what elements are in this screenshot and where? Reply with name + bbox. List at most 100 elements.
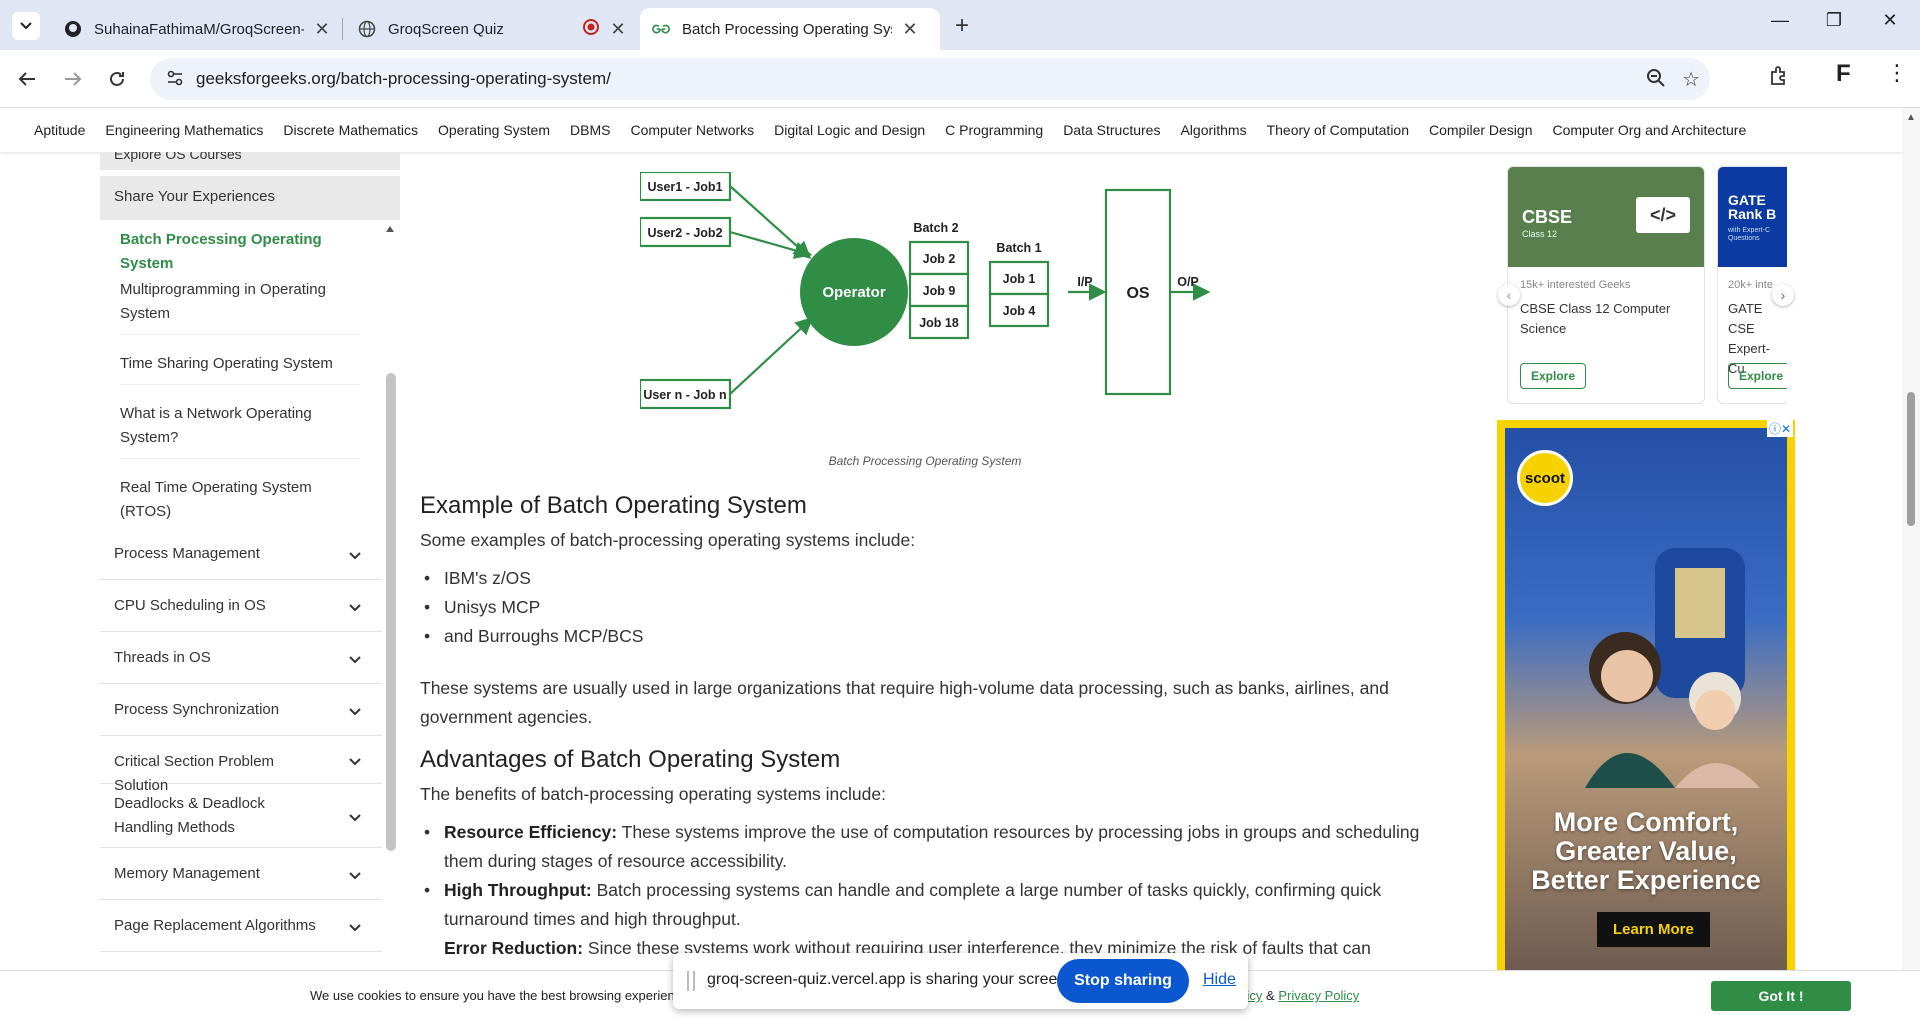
ad-choices-icon[interactable]: ⓘ✕: [1766, 420, 1793, 437]
carousel-next-button[interactable]: ›: [1772, 284, 1794, 306]
url-text: geeksforgeeks.org/batch-processing-opera…: [196, 69, 611, 88]
close-tab-icon[interactable]: ✕: [608, 19, 628, 40]
diagram-os: OS: [1126, 285, 1149, 302]
sidebar-section-label: Deadlocks & Deadlock Handling Methods: [114, 795, 265, 836]
card-banner: CBSE Class 12 </>: [1508, 167, 1704, 267]
sidebar-subitem-time-sharing[interactable]: Time Sharing Operating System: [120, 352, 360, 385]
topnav-link[interactable]: Data Structures: [1063, 122, 1160, 138]
topnav-link[interactable]: Algorithms: [1180, 122, 1246, 138]
bookmark-star-icon[interactable]: ☆: [1682, 67, 1700, 92]
chevron-right-icon: ›: [1780, 287, 1786, 303]
paragraph-usage: These systems are usually used in large …: [420, 678, 1389, 727]
sidebar-subitem-network-os[interactable]: What is a Network Operating System?: [120, 402, 360, 459]
topnav-link[interactable]: Theory of Computation: [1267, 122, 1409, 138]
cookie-message: We use cookies to ensure you have the be…: [310, 988, 689, 1003]
tab-batch-processing[interactable]: Batch Processing Operating Sys ✕: [640, 8, 940, 50]
sidebar-section[interactable]: Threads in OS: [100, 632, 382, 684]
course-card-cbse[interactable]: CBSE Class 12 </> 15k+ interested Geeks …: [1507, 166, 1705, 404]
forward-button[interactable]: [58, 64, 88, 94]
chevron-left-icon: ‹: [1506, 287, 1512, 303]
diagram-op: O/P: [1177, 275, 1199, 289]
explore-button[interactable]: Explore: [1520, 363, 1587, 389]
topnav-link[interactable]: Engineering Mathematics: [105, 122, 263, 138]
scoot-logo: scoot: [1517, 450, 1573, 506]
heading-example: Example of Batch Operating System: [420, 492, 807, 519]
minimize-button[interactable]: —: [1760, 10, 1800, 31]
share-message: groq-screen-quiz.vercel.app is sharing y…: [707, 971, 1071, 988]
got-it-button[interactable]: Got It !: [1711, 981, 1851, 1011]
reload-button[interactable]: [102, 64, 132, 94]
gfg-topic-nav: Aptitude Engineering Mathematics Discrete …: [0, 108, 1920, 152]
sidebar-section-label: Page Replacement Algorithms: [114, 917, 316, 934]
close-tab-icon[interactable]: ✕: [900, 19, 920, 40]
new-tab-button[interactable]: +: [948, 12, 976, 40]
tab-search-button[interactable]: [12, 12, 40, 40]
os-tutorial-sidebar: Explore OS Courses Share Your Experience…: [100, 152, 400, 970]
advertisement[interactable]: scoot More Comfort, Greater Value, Bette…: [1497, 420, 1795, 972]
explore-button[interactable]: Explore: [1728, 363, 1787, 389]
sidebar-section[interactable]: Process Synchronization: [100, 684, 382, 736]
sidebar-section[interactable]: CPU Scheduling in OS: [100, 580, 382, 632]
restore-button[interactable]: ❐: [1814, 10, 1854, 31]
hide-button[interactable]: Hide: [1203, 971, 1236, 989]
diagram-user1: User1 - Job1: [647, 180, 722, 194]
tab-github[interactable]: SuhainaFathimaM/GroqScreen- ✕: [52, 8, 344, 50]
diagram-job18: Job 18: [919, 316, 959, 330]
sidebar-item-cut[interactable]: Explore OS Courses: [100, 152, 400, 170]
sidebar-section-label: Memory Management: [114, 865, 260, 882]
topnav-link[interactable]: Computer Org and Architecture: [1552, 122, 1746, 138]
diagram-operator: Operator: [822, 284, 886, 301]
topnav-link[interactable]: Digital Logic and Design: [774, 122, 925, 138]
batch-processing-diagram: User1 - Job1 User2 - Job2 User n - Job n…: [640, 172, 1211, 410]
topnav-link[interactable]: Compiler Design: [1429, 122, 1532, 138]
close-tab-icon[interactable]: ✕: [312, 19, 332, 40]
sidebar-scrollbar[interactable]: [384, 225, 396, 970]
tab-strip: SuhainaFathimaM/GroqScreen- ✕ GroqScreen…: [0, 0, 1920, 50]
tab-groqscreen-quiz[interactable]: GroqScreen Quiz ✕: [346, 8, 640, 50]
topnav-link[interactable]: Computer Networks: [630, 122, 754, 138]
stop-sharing-button[interactable]: Stop sharing: [1057, 959, 1189, 1003]
topnav-link[interactable]: Aptitude: [34, 122, 85, 138]
topnav-link[interactable]: Operating System: [438, 122, 550, 138]
sidebar-subitem-rtos[interactable]: Real Time Operating System (RTOS): [120, 476, 360, 532]
close-window-button[interactable]: ✕: [1870, 10, 1910, 31]
site-info-icon[interactable]: [166, 69, 184, 92]
sidebar-section[interactable]: Deadlocks & Deadlock Handling Methods: [100, 784, 382, 848]
back-button[interactable]: [12, 64, 42, 94]
chevron-down-icon: [348, 702, 362, 726]
list-item: IBM's z/OS: [424, 564, 1424, 593]
ad-photo: [1585, 548, 1760, 788]
card-banner: GATE Rank B with Expert-C Questions: [1718, 167, 1787, 267]
learn-more-button[interactable]: Learn More: [1597, 912, 1710, 947]
sidebar-item-share[interactable]: Share Your Experiences: [100, 176, 400, 220]
topnav-link[interactable]: C Programming: [945, 122, 1043, 138]
chevron-down-icon: [348, 808, 362, 832]
sidebar-subitem-multiprogramming[interactable]: Multiprogramming in Operating System: [120, 278, 360, 335]
code-icon: </>: [1636, 197, 1690, 233]
list-item: Resource Efficiency: These systems impro…: [424, 818, 1424, 876]
zoom-icon[interactable]: [1646, 68, 1666, 93]
privacy-policy-link[interactable]: Privacy Policy: [1278, 988, 1359, 1003]
sidebar-section[interactable]: Page Replacement Algorithms: [100, 900, 382, 952]
diagram-job4: Job 4: [1003, 304, 1036, 318]
carousel-prev-button[interactable]: ‹: [1498, 284, 1520, 306]
reload-icon: [110, 71, 124, 86]
topnav-link[interactable]: DBMS: [570, 122, 610, 138]
topnav-link[interactable]: Discrete Mathematics: [283, 122, 418, 138]
profile-avatar[interactable]: F: [1836, 60, 1851, 88]
sidebar-section[interactable]: Critical Section Problem Solution: [100, 736, 382, 794]
address-bar[interactable]: geeksforgeeks.org/batch-processing-opera…: [150, 58, 1710, 100]
diagram-ip: I/P: [1077, 275, 1092, 289]
sidebar-section[interactable]: Process Management: [100, 528, 382, 580]
paragraph-advantages: The benefits of batch-processing operati…: [420, 784, 886, 804]
screen-share-banner: groq-screen-quiz.vercel.app is sharing y…: [673, 953, 1248, 1009]
recording-icon: [582, 18, 600, 40]
drag-handle-icon[interactable]: [687, 971, 695, 991]
extensions-icon[interactable]: [1768, 64, 1790, 91]
gfg-icon: [652, 20, 670, 38]
menu-kebab-icon[interactable]: ⋮: [1886, 60, 1908, 86]
diagram-job9: Job 9: [923, 284, 956, 298]
sidebar-section[interactable]: Memory Management: [100, 848, 382, 900]
page-scrollbar[interactable]: ▲: [1902, 108, 1920, 970]
sidebar-subitem-batch[interactable]: Batch Processing Operating System: [120, 228, 360, 284]
